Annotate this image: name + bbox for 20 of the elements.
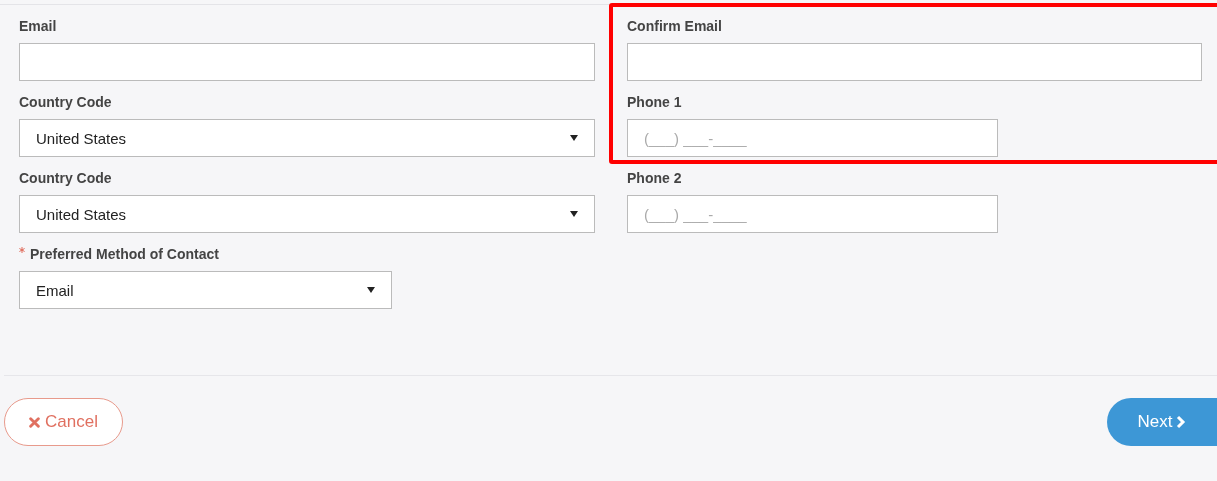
- caret-icon: [570, 211, 578, 217]
- field-label: Preferred Method of Contact: [19, 245, 595, 264]
- required-icon: [19, 247, 25, 253]
- text-field[interactable]: [627, 43, 1202, 81]
- caret-icon: [367, 287, 375, 293]
- field-label: Phone 2: [627, 169, 683, 188]
- select-field[interactable]: Email: [19, 271, 392, 309]
- field-label: Confirm Email: [627, 17, 723, 36]
- field-label: Email: [19, 17, 58, 36]
- text-field[interactable]: [19, 43, 595, 81]
- select-field[interactable]: United States: [19, 195, 595, 233]
- close-icon: [29, 416, 41, 428]
- field-label: Country Code: [19, 169, 113, 188]
- phone-field[interactable]: (___) ___-____: [627, 195, 998, 233]
- caret-icon: [570, 135, 578, 141]
- phone-field[interactable]: (___) ___-____: [627, 119, 998, 157]
- field-label: Country Code: [19, 93, 113, 112]
- select-field[interactable]: United States: [19, 119, 595, 157]
- chevron-right-icon: [1176, 415, 1187, 429]
- field-label: Phone 1: [627, 93, 683, 112]
